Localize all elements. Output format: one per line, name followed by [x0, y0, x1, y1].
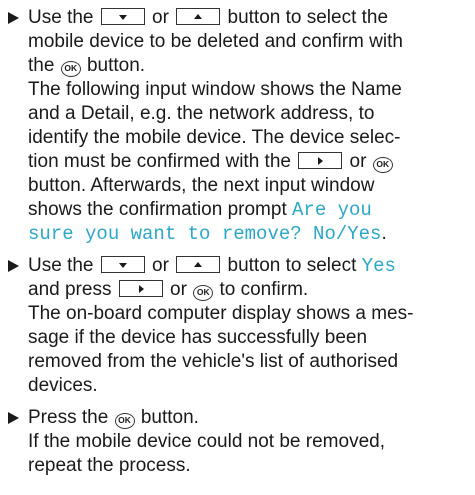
step-2-line-2: and press or OK to confirm.: [28, 279, 309, 301]
step-3-line-1: Press the OK button.: [28, 407, 199, 429]
step-3: Press the OK button. If the mobile devic…: [8, 406, 469, 478]
step-2-detail-line-1: The on-board computer display shows a me…: [28, 303, 414, 324]
up-button-icon: [176, 256, 221, 273]
step-1-line-3: the OK button.: [28, 55, 146, 77]
step-arrow-icon: [8, 412, 19, 424]
step-1-detail-line-4: tion must be confirmed with the or OK: [28, 150, 469, 174]
instruction-page: Use the or button to select the mobile d…: [0, 0, 475, 478]
right-button-icon: [298, 152, 343, 169]
ok-button-icon: OK: [372, 157, 393, 173]
display-text: Are you: [292, 199, 372, 221]
step-arrow-icon: [8, 12, 19, 24]
display-text: Yes: [361, 255, 396, 277]
step-1-detail-line-7: sure you want to remove? No/Yes.: [28, 223, 387, 245]
step-3-detail-line-1: If the mobile device could not be remove…: [28, 431, 385, 452]
step-3-detail-line-2: repeat the process.: [28, 455, 191, 476]
display-text: sure you want to remove? No/Yes: [28, 223, 382, 245]
right-button-icon: [118, 280, 163, 297]
down-button-icon: [100, 256, 145, 273]
step-1-line-1: Use the or button to select the: [28, 7, 389, 28]
down-button-icon: [100, 8, 145, 25]
step-2: Use the or button to select Yes and pres…: [8, 254, 469, 398]
step-2-detail-line-4: devices.: [28, 375, 98, 396]
ok-button-icon: OK: [193, 285, 214, 301]
step-1-detail-line-5: button. Afterwards, the next input windo…: [28, 175, 375, 196]
step-1-line-2: mobile device to be deleted and confirm …: [28, 31, 403, 52]
up-button-icon: [176, 8, 221, 25]
step-1-detail-line-1: The following input window shows the Nam…: [28, 79, 402, 100]
step-1: Use the or button to select the mobile d…: [8, 6, 469, 246]
step-1-detail-line-6: shows the confirmation prompt Are you: [28, 199, 372, 221]
ok-button-icon: OK: [60, 61, 81, 77]
step-arrow-icon: [8, 260, 19, 272]
ok-button-icon: OK: [114, 413, 135, 429]
step-1-detail-line-2: and a Detail, e.g. the network address, …: [28, 103, 375, 124]
step-2-line-1: Use the or button to select Yes: [28, 255, 396, 277]
step-2-detail-line-2: sage if the device has successfully been: [28, 327, 368, 348]
step-2-detail-line-3: removed from the vehicle's list of autho…: [28, 351, 399, 372]
step-1-detail-line-3: identify the mobile device. The device s…: [28, 127, 401, 148]
